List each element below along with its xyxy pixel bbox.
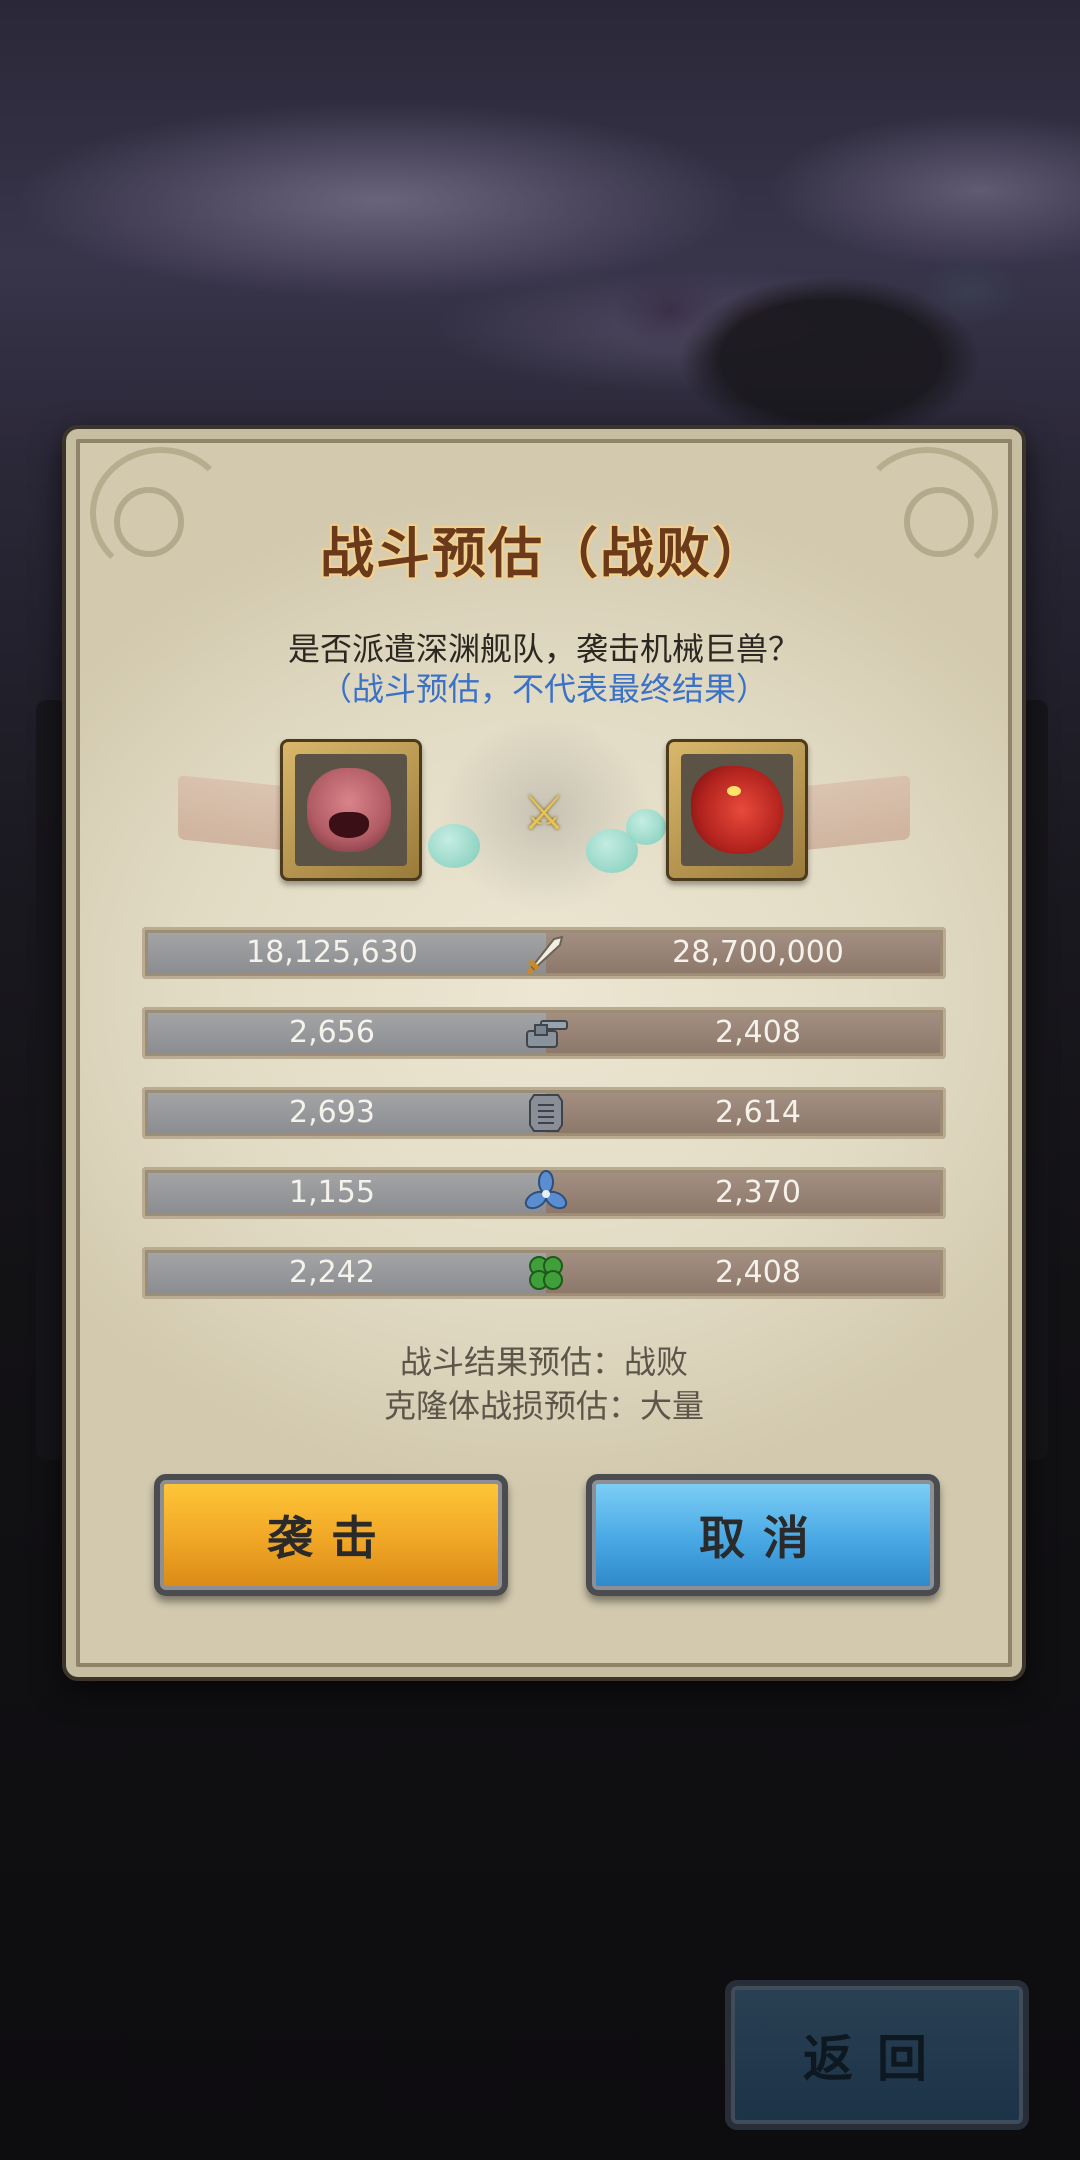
player-stat: 2,656: [148, 1013, 546, 1053]
stat-row-speed: 1,155 2,370: [142, 1167, 946, 1219]
cancel-button[interactable]: 取消: [586, 1474, 940, 1596]
propeller-icon: [522, 1167, 570, 1219]
battle-estimate-dialog: 战斗预估（战败） 是否派遣深渊舰队，袭击机械巨兽？ （战斗预估，不代表最终结果）…: [62, 425, 1026, 1681]
enemy-stat: 2,408: [546, 1013, 940, 1053]
stat-row-defense: 2,693 2,614: [142, 1087, 946, 1139]
slime-decoration: [428, 824, 480, 868]
stat-row-luck: 2,242 2,408: [142, 1247, 946, 1299]
dialog-title: 战斗预估（战败）: [320, 522, 768, 585]
crossed-swords-icon: ⚔: [522, 785, 566, 841]
player-stat: 1,155: [148, 1173, 546, 1213]
clone-loss-estimate: 克隆体战损预估：大量: [383, 1387, 704, 1425]
player-stat: 2,242: [148, 1253, 546, 1293]
back-button[interactable]: 返回: [725, 1980, 1029, 2130]
attack-button[interactable]: 袭击: [154, 1474, 508, 1596]
enemy-stat: 2,408: [546, 1253, 940, 1293]
abyss-fleet-face-icon: [307, 768, 391, 852]
player-stat: 18,125,630: [148, 933, 546, 973]
red-dragon-face-icon: [691, 766, 783, 854]
player-stat: 2,693: [148, 1093, 546, 1133]
cannon-icon: [522, 1007, 570, 1059]
stat-row-attack: 18,125,630 28,700,000: [142, 927, 946, 979]
stat-row-firepower: 2,656 2,408: [142, 1007, 946, 1059]
enemy-stat: 2,370: [546, 1173, 940, 1213]
enemy-stat: 2,614: [546, 1093, 940, 1133]
player-fleet-portrait: [280, 739, 422, 881]
battle-outcome-estimate: 战斗结果预估：战败: [399, 1343, 688, 1381]
mech-beast-silhouette: [610, 250, 1030, 440]
slime-decoration: [626, 809, 666, 845]
clover-icon: [522, 1247, 570, 1299]
armor-icon: [522, 1087, 570, 1139]
enemy-portrait: [666, 739, 808, 881]
enemy-stat: 28,700,000: [546, 933, 940, 973]
sword-icon: [522, 927, 570, 979]
